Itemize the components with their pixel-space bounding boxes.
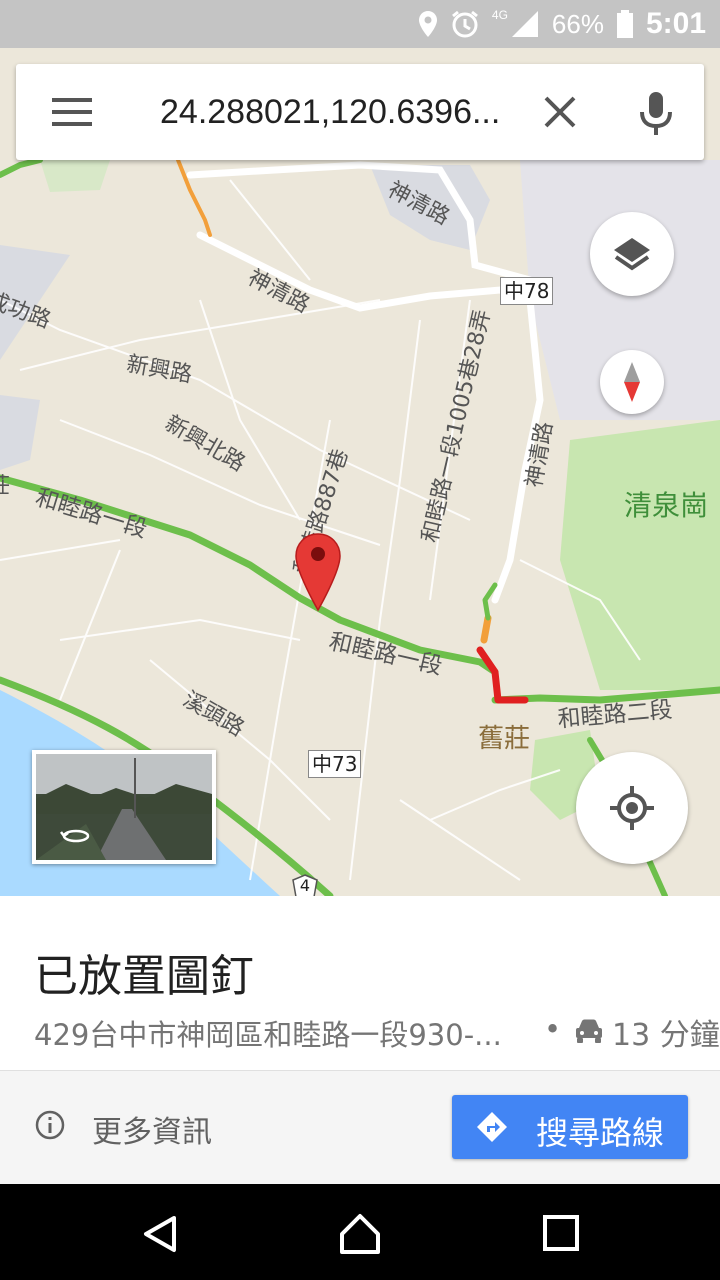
recents-icon[interactable] [542,1214,580,1252]
place-sheet[interactable]: 已放置圖釘 429台中市神岡區和睦路一段930-... • 13 分鐘 更多資訊… [0,896,720,1184]
search-input[interactable]: 24.288021,120.6396... [160,84,526,140]
road-badge-zhong73: 中73 [308,750,362,778]
my-location-icon [610,786,654,830]
park-area [560,420,720,690]
dropped-pin-icon[interactable] [294,532,342,614]
separator-dot: • [544,1012,562,1046]
map-label-edge-left: 莊 [0,468,10,500]
status-bar: 4G 66% 5:01 [0,0,720,48]
traffic-orange-segment [480,614,492,644]
traffic-top-left [0,157,43,178]
sheet-footer: 更多資訊 搜尋路線 [0,1071,720,1184]
map-label-jiuzhuang: 舊莊 [478,724,531,754]
directions-button[interactable]: 搜尋路線 [452,1095,688,1159]
network-type: 4G [491,8,508,22]
location-icon [418,11,437,37]
microphone-icon[interactable] [636,90,676,136]
car-icon [576,1019,602,1043]
road-badge-zhong78: 中78 [500,277,554,305]
place-address: 429台中市神岡區和睦路一段930-... [34,1018,502,1052]
field-green [40,160,110,192]
street-view-image [36,754,212,860]
layers-icon [614,238,650,271]
road-badge-route4: 4 [290,874,320,896]
battery-percent: 66% [551,8,604,39]
urban-area-left-2 [0,395,40,470]
clear-icon[interactable] [540,92,580,132]
back-icon[interactable] [140,1214,180,1254]
alarm-icon [451,10,478,38]
directions-label: 搜尋路線 [536,1114,665,1152]
map-label-qingquangang: 清泉崗 [624,489,709,522]
signal-icon [511,11,538,37]
compass-icon [624,362,640,402]
directions-icon [477,1112,507,1142]
layers-button[interactable] [590,212,674,296]
my-location-button[interactable] [576,752,688,864]
system-nav-bar [0,1184,720,1280]
drive-time: 13 分鐘 [612,1018,720,1053]
battery-icon [616,10,633,38]
search-bar[interactable]: 24.288021,120.6396... [16,64,704,160]
home-icon[interactable] [338,1212,382,1256]
compass-button[interactable] [600,350,664,414]
place-title: 已放置圖釘 [34,951,254,1002]
street-view-360-icon [60,829,90,843]
traffic-red-segment [476,646,529,704]
clock: 5:01 [645,7,706,40]
street-view-thumbnail[interactable] [32,750,216,864]
more-info-link[interactable]: 更多資訊 [92,1107,212,1151]
hamburger-menu-icon[interactable] [52,94,92,130]
info-icon[interactable] [34,1109,66,1141]
